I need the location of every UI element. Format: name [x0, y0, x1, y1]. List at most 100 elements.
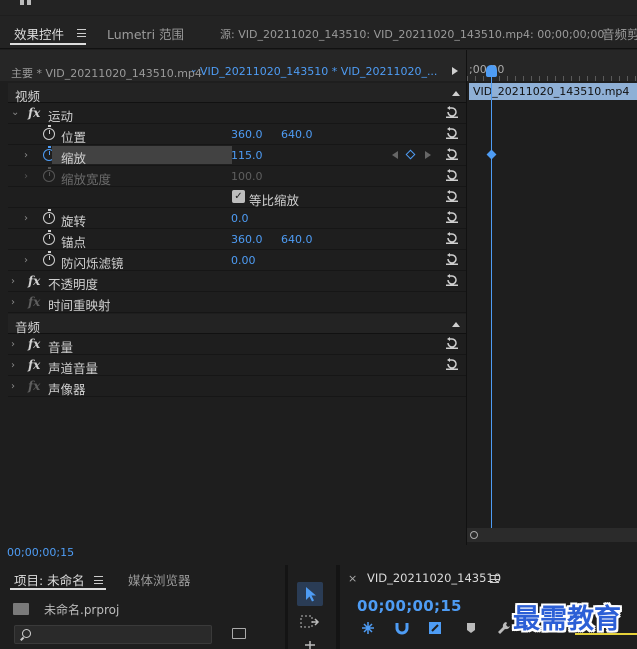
- playhead-handle[interactable]: [486, 65, 497, 77]
- add-marker-icon[interactable]: [464, 621, 478, 635]
- reset-icon[interactable]: [446, 127, 458, 139]
- next-keyframe-icon[interactable]: [425, 151, 431, 159]
- fx-icon: fx: [28, 295, 41, 309]
- selection-tool-button[interactable]: [297, 582, 323, 606]
- tab-audio-clip[interactable]: 音频剪: [602, 24, 637, 43]
- top-strip: [0, 0, 637, 15]
- scale-value[interactable]: 115.0: [231, 149, 263, 162]
- ripple-edit-icon[interactable]: [302, 641, 318, 649]
- collapse-up-icon[interactable]: [452, 91, 460, 96]
- sequence-timecode[interactable]: 00;00;00;15: [357, 597, 462, 615]
- panel-menu-icon[interactable]: [490, 575, 499, 583]
- collapsed-twirl-icon[interactable]: ›: [24, 213, 28, 224]
- anchor-label: 锚点: [61, 235, 87, 250]
- add-keyframe-icon[interactable]: [405, 149, 416, 160]
- anchor-y-value[interactable]: 640.0: [281, 233, 313, 246]
- effect-row-volume[interactable]: › fx 音量: [8, 334, 466, 355]
- tab-effect-controls[interactable]: 效果控件: [14, 24, 64, 43]
- timeline-scrollbar[interactable]: [467, 528, 637, 542]
- reset-icon[interactable]: [446, 274, 458, 286]
- new-bin-icon[interactable]: [232, 628, 246, 639]
- collapsed-twirl-icon[interactable]: ›: [24, 255, 28, 266]
- property-row-uniform-scale[interactable]: ✓ 等比缩放: [8, 187, 466, 208]
- project-file-name[interactable]: 未命名.prproj: [44, 601, 119, 618]
- anti-flicker-value[interactable]: 0.00: [231, 254, 256, 267]
- stopwatch-icon[interactable]: [43, 251, 55, 266]
- effect-row-panner[interactable]: › fx 声像器: [8, 376, 466, 397]
- collapsed-twirl-icon[interactable]: ›: [11, 339, 15, 350]
- reset-icon[interactable]: [446, 148, 458, 160]
- stopwatch-icon[interactable]: [43, 125, 55, 140]
- timeline-clip[interactable]: VID_20211020_143510.mp4: [469, 83, 637, 100]
- snap-nest-icon[interactable]: [361, 621, 375, 635]
- reset-icon[interactable]: [446, 169, 458, 181]
- effect-row-motion[interactable]: ⌄ fx 运动: [8, 103, 466, 124]
- current-timecode[interactable]: 00;00;00;15: [7, 546, 74, 559]
- master-clip-label[interactable]: 主要 * VID_20211020_143510.mp4: [11, 65, 202, 81]
- zoom-knob-icon[interactable]: [470, 531, 478, 539]
- collapsed-twirl-icon[interactable]: ›: [11, 381, 15, 392]
- project-panel: 项目: 未命名 媒体浏览器 未命名.prproj: [0, 565, 285, 649]
- reset-icon[interactable]: [446, 337, 458, 349]
- uniform-scale-checkbox[interactable]: ✓: [232, 190, 245, 203]
- wrench-icon[interactable]: [497, 621, 511, 635]
- anchor-x-value[interactable]: 360.0: [231, 233, 263, 246]
- play-icon[interactable]: [452, 67, 458, 75]
- expanded-twirl-icon[interactable]: ⌄: [11, 107, 19, 118]
- tab-project[interactable]: 项目: 未命名: [14, 570, 85, 589]
- fx-icon[interactable]: fx: [28, 106, 40, 120]
- track-select-icon[interactable]: [300, 615, 320, 629]
- property-row-rotation[interactable]: › 旋转 0.0: [8, 208, 466, 229]
- fx-icon[interactable]: fx: [28, 274, 40, 288]
- stopwatch-icon[interactable]: [43, 230, 55, 245]
- fx-icon[interactable]: fx: [28, 358, 40, 372]
- property-row-anti-flicker[interactable]: › 防闪烁滤镜 0.00: [8, 250, 466, 271]
- watermark-logo: 最需教育: [513, 604, 621, 635]
- tab-source[interactable]: 源: VID_20211020_143510: VID_20211020_143…: [220, 26, 604, 42]
- property-row-scale[interactable]: › 缩放 115.0: [8, 145, 466, 166]
- linked-selection-icon[interactable]: [428, 621, 442, 635]
- prev-keyframe-icon[interactable]: [392, 151, 398, 159]
- search-input[interactable]: [14, 625, 212, 644]
- property-row-anchor-point[interactable]: 锚点 360.0 640.0: [8, 229, 466, 250]
- chevron-down-icon[interactable]: ⌄: [190, 65, 198, 75]
- collapsed-twirl-icon[interactable]: ›: [24, 171, 28, 182]
- effect-row-time-remapping[interactable]: › fx 时间重映射: [8, 292, 466, 313]
- grip-icon[interactable]: [20, 0, 34, 5]
- reset-icon[interactable]: [446, 190, 458, 202]
- effect-timeline: ;00;00 VID_20211020_143510.mp4: [466, 50, 637, 545]
- rotation-value[interactable]: 0.0: [231, 212, 249, 225]
- status-bar: 00;00;00;15: [0, 545, 637, 563]
- reset-icon[interactable]: [446, 211, 458, 223]
- fx-icon[interactable]: fx: [28, 337, 40, 351]
- collapsed-twirl-icon[interactable]: ›: [11, 276, 15, 287]
- magnet-snap-icon[interactable]: [395, 621, 409, 635]
- reset-icon[interactable]: [446, 358, 458, 370]
- reset-icon[interactable]: [446, 106, 458, 118]
- sequence-clip-label[interactable]: VID_20211020_143510 * VID_20211020_...: [200, 65, 437, 78]
- panel-menu-icon[interactable]: [77, 29, 86, 37]
- premiere-window: 效果控件 Lumetri 范围 源: VID_20211020_143510: …: [0, 0, 637, 649]
- position-y-value[interactable]: 640.0: [281, 128, 313, 141]
- property-row-position[interactable]: 位置 360.0 640.0: [8, 124, 466, 145]
- property-row-scale-width[interactable]: › 缩放宽度 100.0: [8, 166, 466, 187]
- reset-icon[interactable]: [446, 232, 458, 244]
- effect-row-opacity[interactable]: › fx 不透明度: [8, 271, 466, 292]
- reset-icon[interactable]: [446, 253, 458, 265]
- position-x-value[interactable]: 360.0: [231, 128, 263, 141]
- tab-media-browser[interactable]: 媒体浏览器: [128, 570, 191, 589]
- collapsed-twirl-icon[interactable]: ›: [11, 297, 15, 308]
- tools-panel: [288, 565, 336, 649]
- collapse-up-icon[interactable]: [452, 322, 460, 327]
- stopwatch-icon[interactable]: [43, 209, 55, 224]
- playhead-line[interactable]: [491, 70, 492, 530]
- panel-menu-icon[interactable]: [94, 576, 103, 584]
- keyframe-marker[interactable]: [486, 149, 497, 160]
- effect-row-channel-volume[interactable]: › fx 声道音量: [8, 355, 466, 376]
- tab-lumetri-scopes[interactable]: Lumetri 范围: [107, 24, 184, 43]
- collapsed-twirl-icon[interactable]: ›: [24, 150, 28, 161]
- close-icon[interactable]: ×: [348, 572, 357, 585]
- collapsed-twirl-icon[interactable]: ›: [11, 360, 15, 371]
- sequence-title[interactable]: VID_20211020_143510: [367, 571, 501, 585]
- scale-label: 缩放: [61, 151, 87, 166]
